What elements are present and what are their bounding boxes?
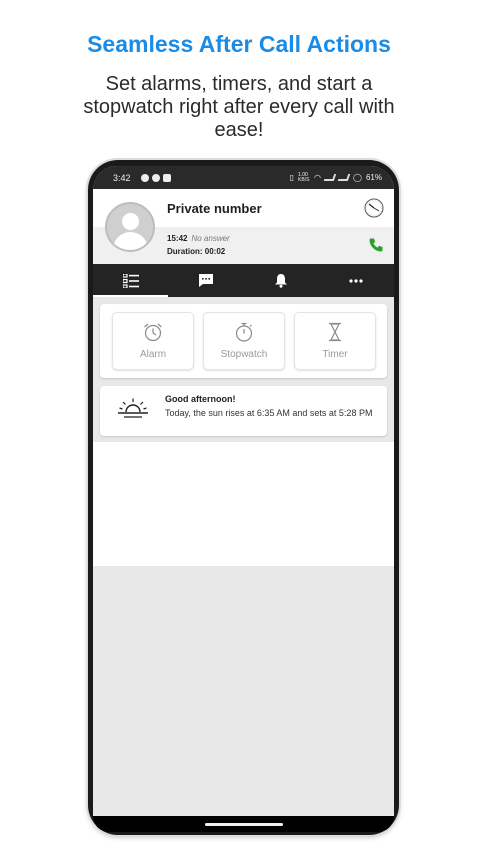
greeting-text: Good afternoon! bbox=[165, 394, 236, 404]
call-header: Private number 15:42 No answer Duration: … bbox=[93, 189, 394, 264]
call-time-row: 15:42 No answer bbox=[167, 234, 230, 243]
avatar bbox=[105, 202, 155, 252]
action-tab-bar bbox=[93, 264, 394, 297]
quick-actions-card: Alarm Stopwatch Timer bbox=[100, 304, 387, 378]
timer-button[interactable]: Timer bbox=[294, 312, 376, 370]
timer-label: Timer bbox=[322, 349, 348, 360]
tab-messages[interactable] bbox=[168, 264, 243, 297]
tab-reminders[interactable] bbox=[244, 264, 319, 297]
sunset-icon bbox=[118, 398, 148, 418]
network-speed: 1.00 KB/S bbox=[298, 171, 310, 183]
stopwatch-button[interactable]: Stopwatch bbox=[203, 312, 285, 370]
bell-icon bbox=[275, 274, 288, 288]
vibrate-icon: ▯ bbox=[289, 173, 295, 182]
navigation-bar bbox=[93, 816, 394, 832]
home-indicator[interactable] bbox=[205, 823, 283, 826]
status-time: 3:42 bbox=[113, 172, 131, 183]
content-area bbox=[93, 442, 394, 566]
message-app-icon bbox=[162, 173, 171, 182]
alarm-clock-icon bbox=[144, 323, 162, 342]
list-icon bbox=[122, 273, 139, 288]
chat-icon bbox=[198, 274, 213, 287]
signal-icon bbox=[337, 174, 351, 181]
call-back-icon[interactable] bbox=[368, 237, 384, 253]
tab-list[interactable] bbox=[93, 264, 169, 297]
caller-name: Private number bbox=[167, 201, 262, 216]
more-icon bbox=[349, 278, 363, 283]
alarm-button[interactable]: Alarm bbox=[112, 312, 194, 370]
stopwatch-icon bbox=[235, 322, 253, 342]
call-duration: Duration: 00:02 bbox=[167, 247, 226, 256]
call-time: 15:42 bbox=[167, 234, 188, 243]
phone-screen: 3:42 ▯ 1.00 KB/S ◠ ◯ 61% Private number … bbox=[93, 166, 394, 816]
sun-info-card: Good afternoon! Today, the sun rises at … bbox=[100, 386, 387, 436]
skype-icon bbox=[151, 173, 160, 182]
hourglass-icon bbox=[329, 322, 341, 342]
skype-icon bbox=[140, 173, 149, 182]
signal-icon bbox=[323, 174, 337, 181]
promo-subline: Set alarms, timers, and start a stopwatc… bbox=[83, 73, 395, 141]
sun-times-text: Today, the sun rises at 6:35 AM and sets… bbox=[165, 408, 373, 418]
promo-headline: Seamless After Call Actions bbox=[87, 31, 391, 57]
battery-icon: ◯ bbox=[353, 173, 362, 182]
stopwatch-label: Stopwatch bbox=[220, 349, 268, 360]
battery-level: 61% bbox=[365, 173, 382, 182]
tab-more[interactable] bbox=[319, 264, 394, 297]
wifi-icon: ◠ bbox=[314, 173, 322, 182]
call-status: No answer bbox=[191, 234, 230, 243]
status-bar: 3:42 ▯ 1.00 KB/S ◠ ◯ 61% bbox=[93, 166, 394, 189]
alarm-label: Alarm bbox=[139, 349, 167, 360]
clock-app-icon[interactable] bbox=[363, 197, 385, 219]
